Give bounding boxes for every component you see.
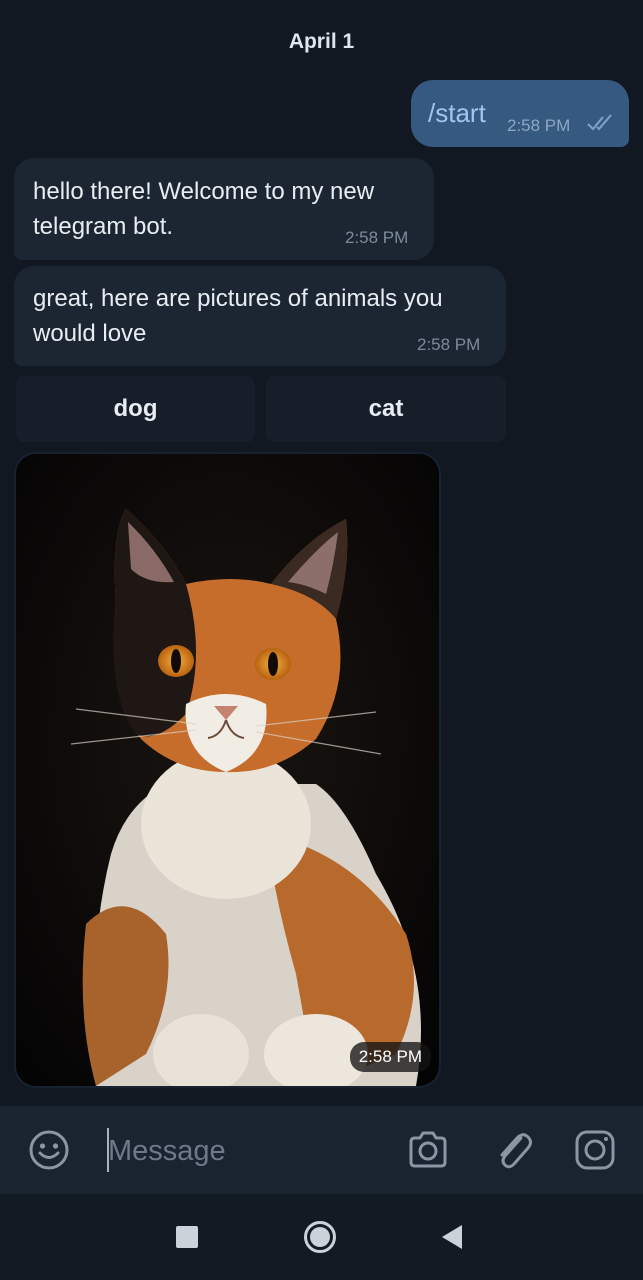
recents-square-icon[interactable] xyxy=(176,1226,198,1248)
emoji-icon[interactable] xyxy=(27,1128,71,1172)
message-time: 2:58 PM xyxy=(507,116,571,135)
chat-screen: April 1 /start 2:58 PM hello there! Welc… xyxy=(0,0,643,1280)
system-navigation-bar xyxy=(0,1194,643,1280)
incoming-message-bubble[interactable]: hello there! Welcome to my new telegram … xyxy=(14,158,434,260)
cat-photo xyxy=(16,454,439,1086)
message-time: 2:58 PM xyxy=(345,228,409,247)
message-line: would love xyxy=(33,320,147,347)
photo-message[interactable]: 2:58 PM xyxy=(16,454,439,1086)
message-time: 2:58 PM xyxy=(417,335,481,354)
back-triangle-icon[interactable] xyxy=(440,1224,464,1250)
outgoing-message-bubble[interactable]: /start 2:58 PM xyxy=(411,80,629,147)
message-time: 2:58 PM xyxy=(349,1042,431,1072)
attach-icon[interactable] xyxy=(491,1128,535,1172)
keyboard-button-dog[interactable]: dog xyxy=(16,376,255,442)
message-line: hello there! Welcome to my new xyxy=(33,178,375,205)
outgoing-message-text: /start xyxy=(428,98,486,128)
message-line: great, here are pictures of animals you xyxy=(33,285,443,312)
camera-icon[interactable] xyxy=(406,1128,450,1172)
home-circle-icon[interactable] xyxy=(303,1220,337,1254)
message-input[interactable] xyxy=(108,1126,388,1176)
date-separator: April 1 xyxy=(288,30,355,53)
instagram-icon[interactable] xyxy=(573,1128,617,1172)
message-line: telegram bot. xyxy=(33,213,174,240)
incoming-message-bubble[interactable]: great, here are pictures of animals you … xyxy=(14,266,506,366)
keyboard-button-cat[interactable]: cat xyxy=(266,376,506,442)
incoming-message-text: hello there! Welcome to my new telegram … xyxy=(33,174,374,244)
incoming-message-text: great, here are pictures of animals you … xyxy=(33,281,443,351)
double-check-icon xyxy=(587,114,612,131)
